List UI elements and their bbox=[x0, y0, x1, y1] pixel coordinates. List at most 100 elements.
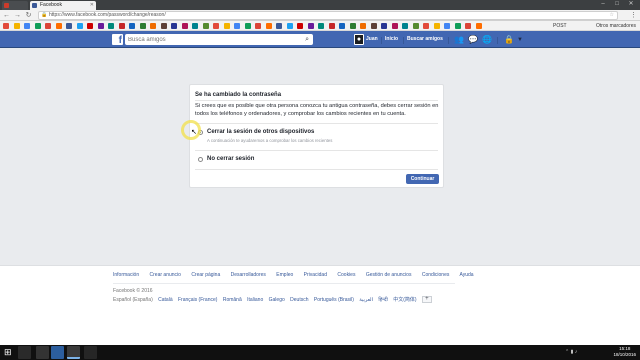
bookmark-favicon-icon[interactable] bbox=[87, 23, 93, 29]
bookmark-other[interactable]: Otros marcadores bbox=[596, 23, 636, 29]
language-link[interactable]: Català bbox=[158, 297, 172, 303]
quick-help-icon[interactable]: 🔒 bbox=[504, 36, 514, 44]
bookmark-favicon-icon[interactable] bbox=[171, 23, 177, 29]
bookmark-favicon-icon[interactable] bbox=[339, 23, 345, 29]
forward-icon[interactable]: → bbox=[13, 11, 22, 20]
language-link[interactable]: Galego bbox=[269, 297, 285, 303]
bookmark-favicon-icon[interactable] bbox=[181, 23, 188, 29]
continue-button[interactable]: Continuar bbox=[406, 174, 439, 184]
close-tab-icon[interactable]: ✕ bbox=[90, 1, 94, 10]
bookmark-favicon-icon[interactable] bbox=[76, 23, 83, 29]
bookmark-favicon-icon[interactable] bbox=[13, 23, 20, 29]
bookmark-favicon-icon[interactable] bbox=[34, 23, 41, 29]
language-link[interactable]: Português (Brasil) bbox=[314, 297, 354, 303]
clock[interactable]: 15:18 18/10/2016 bbox=[613, 346, 636, 358]
bookmark-favicon-icon[interactable] bbox=[108, 23, 114, 29]
bookmark-favicon-icon[interactable] bbox=[307, 23, 314, 29]
chrome-icon[interactable] bbox=[67, 346, 80, 359]
bookmark-favicon-icon[interactable] bbox=[328, 23, 335, 29]
bookmark-favicon-icon[interactable] bbox=[360, 23, 366, 29]
bookmark-favicon-icon[interactable] bbox=[370, 23, 377, 29]
search-taskbar-icon[interactable] bbox=[18, 346, 31, 359]
task-view-icon[interactable] bbox=[36, 346, 49, 359]
search-icon[interactable]: ⌕ bbox=[305, 35, 309, 44]
bookmark-favicon-icon[interactable] bbox=[276, 23, 282, 29]
footer-link[interactable]: Crear anuncio bbox=[150, 272, 181, 278]
language-link[interactable]: Italiano bbox=[247, 297, 263, 303]
bookmark-favicon-icon[interactable] bbox=[234, 23, 240, 29]
language-link[interactable]: Deutsch bbox=[290, 297, 308, 303]
nav-home[interactable]: Inicio bbox=[385, 34, 398, 45]
account-menu-chevron-down-icon[interactable]: ▼ bbox=[515, 36, 525, 44]
windows-start-icon[interactable]: ⊞ bbox=[4, 348, 13, 357]
bookmark-favicon-icon[interactable] bbox=[66, 23, 72, 29]
bookmark-favicon-icon[interactable] bbox=[45, 23, 51, 29]
bookmark-favicon-icon[interactable] bbox=[118, 23, 125, 29]
language-link[interactable]: हिन्दी bbox=[378, 297, 387, 303]
bookmark-star-icon[interactable]: ☆ bbox=[610, 12, 614, 19]
bookmark-favicon-icon[interactable] bbox=[160, 23, 167, 29]
bookmark-favicon-icon[interactable] bbox=[349, 23, 356, 29]
reload-icon[interactable]: ↻ bbox=[24, 11, 33, 20]
browser-tab-facebook[interactable]: Facebook ✕ bbox=[30, 1, 96, 10]
footer-link[interactable]: Ayuda bbox=[460, 272, 474, 278]
app-icon[interactable] bbox=[84, 346, 97, 359]
bookmark-favicon-icon[interactable] bbox=[381, 23, 387, 29]
url-field[interactable]: 🔒 https://www.facebook.com/password/chan… bbox=[38, 11, 618, 20]
bookmark-favicon-icon[interactable] bbox=[24, 23, 30, 29]
nav-find-friends[interactable]: Buscar amigos bbox=[407, 34, 443, 45]
language-link[interactable]: العربية bbox=[359, 297, 373, 303]
bookmark-favicon-icon[interactable] bbox=[202, 23, 209, 29]
footer-link[interactable]: Privacidad bbox=[304, 272, 327, 278]
footer-link[interactable]: Cookies bbox=[337, 272, 355, 278]
bookmark-favicon-icon[interactable] bbox=[297, 23, 303, 29]
bookmark-favicon-icon[interactable] bbox=[286, 23, 293, 29]
radio-stay-logged-in[interactable] bbox=[198, 157, 203, 162]
system-tray-icons[interactable]: ⌃ ▮ ♪ bbox=[565, 349, 577, 355]
bookmark-post[interactable]: POST bbox=[553, 23, 567, 29]
browser-menu-icon[interactable]: ⋮ bbox=[630, 11, 637, 20]
bookmark-favicon-icon[interactable] bbox=[139, 23, 146, 29]
maximize-icon[interactable]: □ bbox=[610, 0, 624, 9]
bookmark-favicon-icon[interactable] bbox=[454, 23, 461, 29]
footer-link[interactable]: Empleo bbox=[276, 272, 293, 278]
bookmark-favicon-icon[interactable] bbox=[318, 23, 324, 29]
file-explorer-icon[interactable] bbox=[51, 346, 64, 359]
bookmark-favicon-icon[interactable] bbox=[129, 23, 135, 29]
browser-tab-gmail[interactable] bbox=[2, 1, 28, 10]
bookmark-favicon-icon[interactable] bbox=[475, 23, 482, 29]
language-link[interactable]: Français (France) bbox=[178, 297, 217, 303]
bookmark-favicon-icon[interactable] bbox=[213, 23, 219, 29]
nav-user-name[interactable]: Juan bbox=[366, 34, 378, 45]
friend-requests-icon[interactable]: 👥 bbox=[454, 36, 464, 44]
bookmark-favicon-icon[interactable] bbox=[423, 23, 429, 29]
notifications-icon[interactable]: 🌐 bbox=[482, 36, 492, 44]
bookmark-favicon-icon[interactable] bbox=[192, 23, 198, 29]
bookmark-favicon-icon[interactable] bbox=[444, 23, 450, 29]
bookmark-favicon-icon[interactable] bbox=[402, 23, 408, 29]
bookmark-favicon-icon[interactable] bbox=[223, 23, 230, 29]
language-link[interactable]: 中文(简体) bbox=[393, 297, 416, 303]
bookmark-favicon-icon[interactable] bbox=[391, 23, 398, 29]
close-window-icon[interactable]: ✕ bbox=[624, 0, 638, 9]
back-icon[interactable]: ← bbox=[2, 11, 11, 20]
bookmark-favicon-icon[interactable] bbox=[433, 23, 440, 29]
footer-link[interactable]: Crear página bbox=[191, 272, 220, 278]
footer-link[interactable]: Desarrolladores bbox=[231, 272, 266, 278]
facebook-logo-icon[interactable]: f bbox=[112, 34, 123, 45]
bookmark-favicon-icon[interactable] bbox=[255, 23, 261, 29]
language-link[interactable]: Română bbox=[223, 297, 242, 303]
bookmark-favicon-icon[interactable] bbox=[3, 23, 9, 29]
bookmark-favicon-icon[interactable] bbox=[465, 23, 471, 29]
footer-link[interactable]: Información bbox=[113, 272, 139, 278]
bookmark-favicon-icon[interactable] bbox=[55, 23, 62, 29]
bookmark-favicon-icon[interactable] bbox=[244, 23, 251, 29]
search-input[interactable] bbox=[125, 34, 295, 45]
footer-link[interactable]: Condiciones bbox=[422, 272, 450, 278]
add-language-button[interactable]: + bbox=[421, 296, 432, 304]
bookmark-favicon-icon[interactable] bbox=[97, 23, 104, 29]
bookmark-favicon-icon[interactable] bbox=[412, 23, 419, 29]
bookmark-favicon-icon[interactable] bbox=[150, 23, 156, 29]
messages-icon[interactable]: 💬 bbox=[468, 36, 478, 44]
bookmark-favicon-icon[interactable] bbox=[265, 23, 272, 29]
